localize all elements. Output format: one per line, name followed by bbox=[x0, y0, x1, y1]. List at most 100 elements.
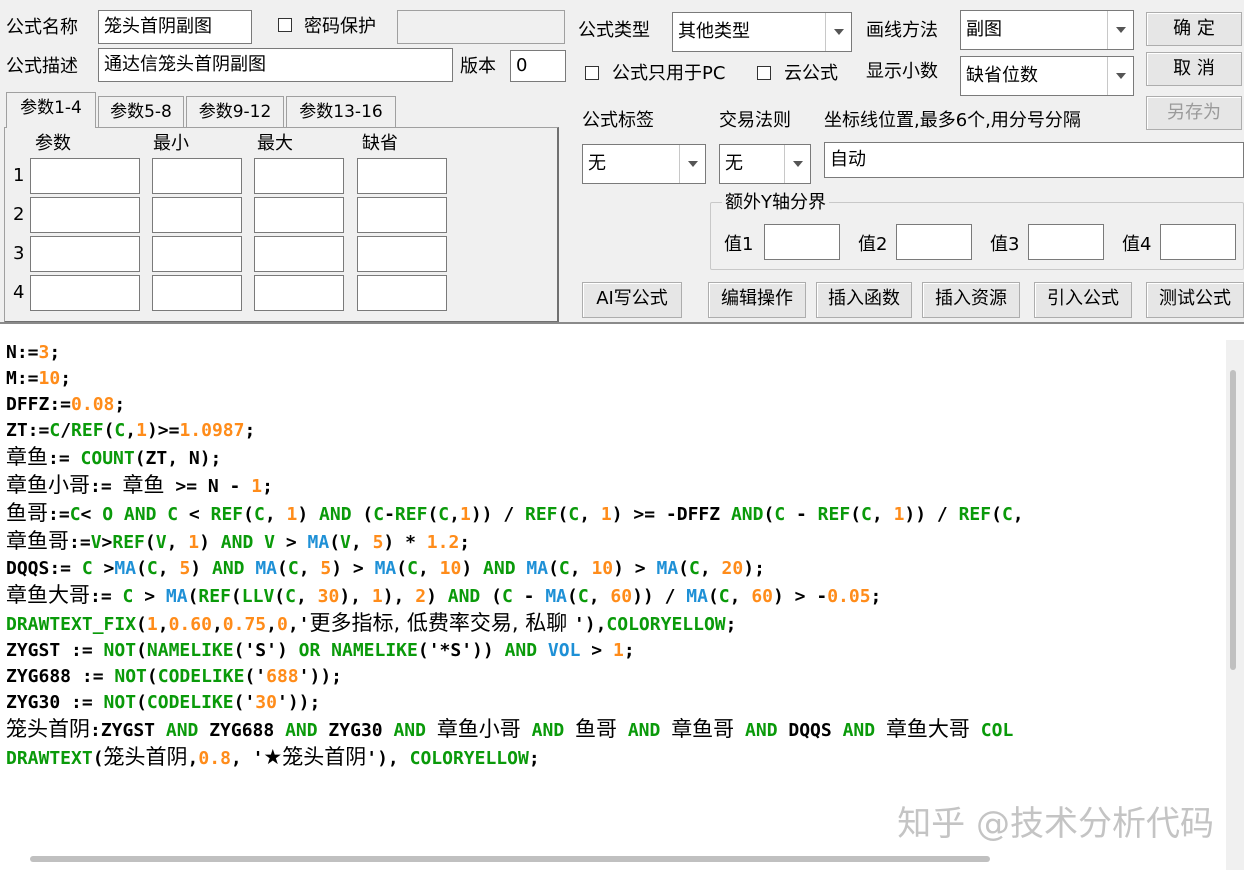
param-default-4[interactable] bbox=[357, 275, 447, 311]
param-max-3[interactable] bbox=[254, 236, 344, 272]
tab-params-9-12[interactable]: 参数9-12 bbox=[186, 96, 284, 128]
insert-res-button[interactable]: 插入资源 bbox=[922, 282, 1020, 318]
param-default-3[interactable] bbox=[357, 236, 447, 272]
decimal-select[interactable]: 缺省位数 bbox=[960, 56, 1134, 96]
param-max-1[interactable] bbox=[254, 158, 344, 194]
value2-label: 值2 bbox=[858, 234, 888, 255]
param-name-2[interactable] bbox=[30, 197, 140, 233]
watermark: 知乎 @技术分析代码 bbox=[897, 804, 1214, 844]
draw-method-value: 副图 bbox=[966, 19, 1002, 40]
decimal-label: 显示小数 bbox=[866, 61, 938, 82]
password-label: 密码保护 bbox=[304, 16, 376, 37]
code-editor[interactable]: N:=3; M:=10; DFFZ:=0.08; ZT:=C/REF(C,1)>=1.… bbox=[0, 322, 1244, 873]
param-min-1[interactable] bbox=[152, 158, 242, 194]
code-line: M:=10; bbox=[6, 368, 72, 389]
param-max-2[interactable] bbox=[254, 197, 344, 233]
param-default-2[interactable] bbox=[357, 197, 447, 233]
param-name-3[interactable] bbox=[30, 236, 140, 272]
code-line: ZT:=C/REF(C,1)>=1.0987; bbox=[6, 420, 256, 441]
code-line: N:=3; bbox=[6, 342, 61, 363]
code-text: N:=3; M:=10; DFFZ:=0.08; ZT:=C/REF(C,1)>=1.… bbox=[6, 340, 1024, 772]
param-name-1[interactable] bbox=[30, 158, 140, 194]
horizontal-scrollbar[interactable] bbox=[30, 856, 990, 862]
rule-select[interactable]: 无 bbox=[719, 144, 811, 184]
value4-label: 值4 bbox=[1122, 234, 1152, 255]
chevron-down-icon[interactable] bbox=[1107, 11, 1133, 49]
tab-params-1-4[interactable]: 参数1-4 bbox=[6, 92, 96, 128]
formula-desc-label: 公式描述 bbox=[6, 56, 78, 77]
code-line: DRAWTEXT_FIX(1,0.60,0.75,0,'更多指标, 低费率交易,… bbox=[6, 611, 737, 635]
row-label-1: 1 bbox=[13, 165, 25, 186]
ok-button[interactable]: 确 定 bbox=[1146, 12, 1242, 46]
param-min-3[interactable] bbox=[152, 236, 242, 272]
row-label-4: 4 bbox=[13, 282, 25, 303]
tag-value: 无 bbox=[588, 153, 606, 174]
value1-label: 值1 bbox=[724, 234, 754, 255]
code-line: 笼头首阴:ZYGST AND ZYG688 AND ZYG30 AND 章鱼小哥… bbox=[6, 717, 1014, 741]
rule-value: 无 bbox=[725, 153, 743, 174]
password-input[interactable] bbox=[397, 10, 565, 44]
cloud-checkbox[interactable] bbox=[757, 66, 771, 80]
code-line: DFFZ:=0.08; bbox=[6, 394, 126, 415]
code-line: 鱼哥:=C< O AND C < REF(C, 1) AND (C-REF(C,… bbox=[6, 501, 1024, 525]
col-header-min: 最小 bbox=[153, 133, 189, 154]
cloud-label: 云公式 bbox=[784, 63, 838, 84]
params-panel: 参数 最小 最大 缺省 1 2 3 4 bbox=[4, 127, 559, 323]
value3-input[interactable] bbox=[1028, 224, 1104, 260]
code-line: 章鱼小哥:= 章鱼 >= N - 1; bbox=[6, 473, 273, 497]
code-line: 章鱼:= COUNT(ZT, N); bbox=[6, 445, 222, 469]
formula-type-label: 公式类型 bbox=[578, 20, 650, 41]
param-name-4[interactable] bbox=[30, 275, 140, 311]
col-header-max: 最大 bbox=[257, 133, 293, 154]
formula-type-select[interactable]: 其他类型 bbox=[672, 12, 852, 52]
rule-label: 交易法则 bbox=[719, 110, 791, 131]
coord-input[interactable]: 自动 bbox=[824, 142, 1244, 178]
edit-ops-button[interactable]: 编辑操作 bbox=[708, 282, 806, 318]
ai-write-button[interactable]: AI写公式 bbox=[582, 282, 682, 318]
code-line: ZYG30 := NOT(CODELIKE('30')); bbox=[6, 692, 321, 713]
test-formula-button[interactable]: 测试公式 bbox=[1146, 282, 1244, 318]
pc-only-label: 公式只用于PC bbox=[612, 63, 726, 84]
value2-input[interactable] bbox=[896, 224, 972, 260]
row-label-2: 2 bbox=[13, 204, 25, 225]
col-header-default: 缺省 bbox=[362, 133, 398, 154]
formula-type-value: 其他类型 bbox=[678, 21, 750, 42]
pc-only-checkbox[interactable] bbox=[585, 66, 599, 80]
param-default-1[interactable] bbox=[357, 158, 447, 194]
tag-select[interactable]: 无 bbox=[582, 144, 706, 184]
formula-desc-input[interactable]: 通达信笼头首阴副图 bbox=[98, 48, 453, 82]
password-checkbox[interactable] bbox=[278, 18, 292, 32]
code-line: DQQS:= C >MA(C, 5) AND MA(C, 5) > MA(C, … bbox=[6, 558, 765, 579]
insert-func-button[interactable]: 插入函数 bbox=[816, 282, 912, 318]
param-min-4[interactable] bbox=[152, 275, 242, 311]
version-input[interactable]: 0 bbox=[510, 50, 566, 82]
tag-label: 公式标签 bbox=[582, 110, 654, 131]
chevron-down-icon[interactable] bbox=[784, 145, 810, 183]
tab-params-13-16[interactable]: 参数13-16 bbox=[286, 96, 396, 128]
import-formula-button[interactable]: 引入公式 bbox=[1034, 282, 1132, 318]
code-line: ZYGST := NOT(NAMELIKE('S') OR NAMELIKE('… bbox=[6, 640, 635, 661]
param-max-4[interactable] bbox=[254, 275, 344, 311]
chevron-down-icon[interactable] bbox=[825, 13, 851, 51]
code-line: 章鱼哥:=V>REF(V, 1) AND V > MA(V, 5) * 1.2; bbox=[6, 529, 471, 553]
param-min-2[interactable] bbox=[152, 197, 242, 233]
value3-label: 值3 bbox=[990, 234, 1020, 255]
cancel-button[interactable]: 取 消 bbox=[1146, 52, 1242, 86]
formula-name-input[interactable]: 笼头首阴副图 bbox=[98, 10, 252, 44]
col-header-param: 参数 bbox=[35, 133, 71, 154]
vertical-scrollbar[interactable] bbox=[1226, 340, 1244, 870]
version-label: 版本 bbox=[460, 56, 496, 77]
chevron-down-icon[interactable] bbox=[679, 145, 705, 183]
extra-y-label: 额外Y轴分界 bbox=[722, 192, 829, 214]
scrollbar-thumb[interactable] bbox=[1230, 370, 1236, 670]
chevron-down-icon[interactable] bbox=[1107, 57, 1133, 95]
save-as-button[interactable]: 另存为 bbox=[1146, 96, 1242, 130]
formula-name-label: 公式名称 bbox=[6, 17, 78, 38]
decimal-value: 缺省位数 bbox=[966, 65, 1038, 86]
draw-method-select[interactable]: 副图 bbox=[960, 10, 1134, 50]
coord-label: 坐标线位置,最多6个,用分号分隔 bbox=[824, 110, 1081, 131]
tab-params-5-8[interactable]: 参数5-8 bbox=[98, 96, 184, 128]
value4-input[interactable] bbox=[1160, 224, 1236, 260]
value1-input[interactable] bbox=[764, 224, 840, 260]
code-line: 章鱼大哥:= C > MA(REF(LLV(C, 30), 1), 2) AND… bbox=[6, 583, 882, 607]
